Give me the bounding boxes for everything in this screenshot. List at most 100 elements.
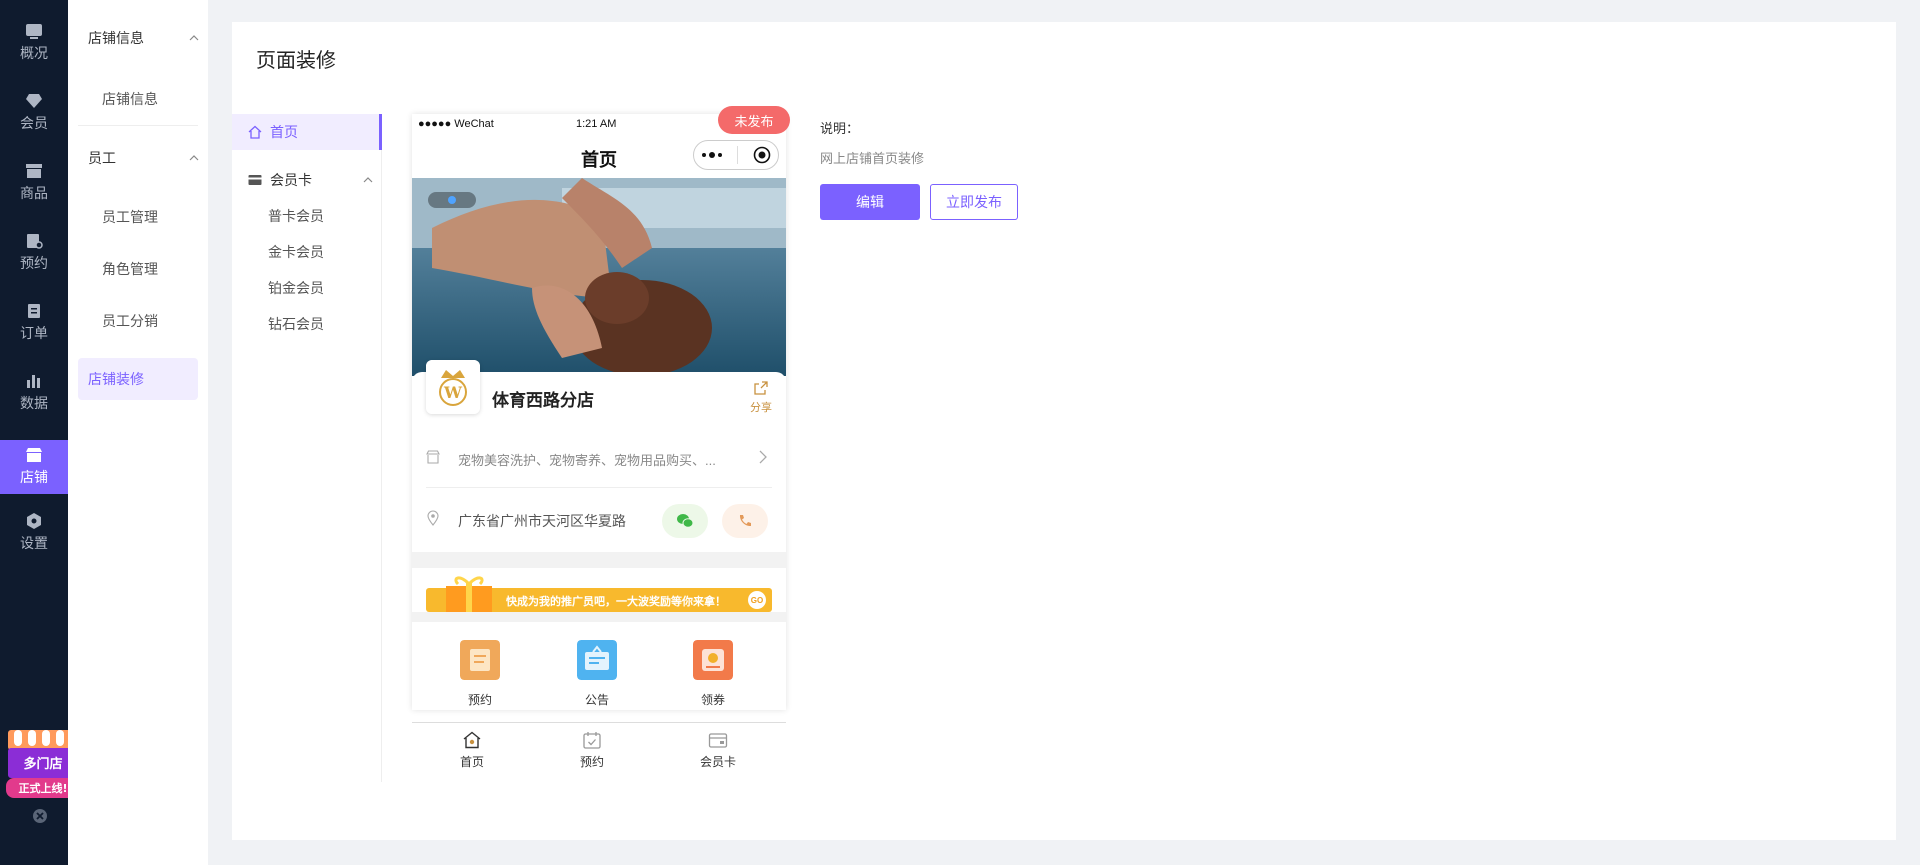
address-row: 广东省广州市天河区华夏路 [412,496,786,544]
referral-promo-strip: 快成为我的推广员吧，一大波奖励等你来拿！ GO [426,576,772,612]
location-pin-icon [427,510,439,526]
rail-item-overview[interactable]: 概况 [0,16,68,70]
publish-now-button[interactable]: 立即发布 [930,184,1018,220]
rail-item-label: 订单 [20,325,48,341]
card-icon [248,175,262,185]
rail-item-label: 预约 [20,255,48,271]
rail-item-label: 商品 [20,185,48,201]
tree-item-platinum-member[interactable]: 铂金会员 [268,278,324,298]
rail-item-booking[interactable]: 预约 [0,226,68,280]
wechat-icon [677,514,694,528]
phone-tab-bar: 首页 预约 会员卡 [412,722,786,782]
store-banner-image [412,178,786,376]
rail-item-orders[interactable]: 订单 [0,296,68,350]
referral-promo-band[interactable]: 快成为我的推广员吧，一大波奖励等你来拿！ GO [412,568,786,612]
quick-link-label: 预约 [467,693,492,707]
quick-link-label: 公告 [584,693,609,707]
product-icon [26,164,42,178]
rail-item-members[interactable]: 会员 [0,86,68,140]
dashboard-icon [26,24,42,39]
store-logo: W [426,360,480,414]
tab-member-card[interactable]: 会员卡 [688,731,748,770]
gift-box-icon [446,576,492,612]
quick-link-notice[interactable]: 公告 [567,640,627,708]
rail-item-label: 会员 [20,115,48,131]
phone-icon [739,515,751,527]
quick-link-booking[interactable]: 预约 [450,640,510,708]
phone-preview: ●●●●● WeChat 1:21 AM 首页 W 体育西路分店 分享 宠物美容… [412,114,786,710]
booking-scroll-icon [460,640,500,680]
tab-label: 预约 [579,755,604,769]
promo-line1: 多门店 [23,756,62,772]
rail-item-label: 数据 [20,395,48,411]
description-label: 说明： [820,121,860,136]
booking-icon [27,234,43,249]
wallet-card-icon [708,733,728,748]
store-icon [26,448,42,462]
subnav-divider [78,125,198,126]
main-rail: 概况 会员 商品 预约 订单 数据 店铺 设置 多门店 正式上线! [0,0,80,865]
tree-group-member-card[interactable]: 会员卡 [248,170,374,190]
tree-item-gold-member[interactable]: 金卡会员 [268,242,324,262]
store-name: 体育西路分店 [492,391,594,410]
rail-item-store[interactable]: 店铺 [0,440,68,494]
referral-promo-text: 快成为我的推广员吧，一大波奖励等你来拿！ [506,596,726,608]
miniprogram-capsule [693,140,779,170]
tree-item-regular-member[interactable]: 普卡会员 [268,206,324,226]
calendar-check-icon [583,732,601,749]
home-tab-icon [463,731,481,749]
rail-item-label: 设置 [20,535,48,551]
rail-item-label: 概况 [20,45,48,61]
subnav-item-store-decoration[interactable]: 店铺装修 [78,358,198,400]
share-label: 分享 [750,402,772,414]
subnav-item-role-management[interactable]: 角色管理 [102,259,158,279]
home-icon [248,125,262,139]
miniprogram-close-icon[interactable] [753,146,771,164]
store-address: 广东省广州市天河区华夏路 [458,513,626,529]
services-row[interactable]: 宠物美容洗护、宠物寄养、宠物用品购买、... [412,440,786,484]
tab-home[interactable]: 首页 [442,731,502,770]
share-button[interactable]: 分享 [746,380,776,415]
share-icon [754,381,768,395]
shop-icon [426,450,440,464]
subnav-group-label: 店铺信息 [88,30,144,46]
subnav-item-staff-management[interactable]: 员工管理 [102,207,158,227]
more-dots-icon[interactable] [701,151,723,159]
promo-line2: 正式上线! [18,781,67,795]
subnav-item-staff-distribution[interactable]: 员工分销 [102,311,158,331]
coupon-icon [693,640,733,680]
notice-board-icon [577,640,617,680]
subnav-group-label: 员工 [88,150,116,166]
quick-link-coupon[interactable]: 领券 [683,640,743,708]
status-carrier: ●●●●● WeChat [418,118,494,130]
main-panel: 页面装修 首页 会员卡 普卡会员 金卡会员 铂金会员 钻石会员 ●●●●● We… [232,22,1896,840]
status-badge: 未发布 [718,106,790,134]
row-divider [426,487,772,488]
status-time: 1:21 AM [576,118,617,130]
diamond-icon [26,94,42,108]
tab-label: 会员卡 [699,755,736,769]
rail-item-products[interactable]: 商品 [0,156,68,210]
tree-item-label: 首页 [270,124,298,140]
subnav-group-store-info[interactable]: 店铺信息 [88,28,200,48]
phone-call-button[interactable] [722,504,768,538]
subnav-item-store-info[interactable]: 店铺信息 [102,89,158,109]
chevron-up-icon [189,155,199,161]
tree-item-diamond-member[interactable]: 钻石会员 [268,314,324,334]
rail-item-label: 店铺 [20,469,48,485]
rail-item-data[interactable]: 数据 [0,366,68,420]
tree-item-home[interactable]: 首页 [232,114,382,150]
subnav-group-staff[interactable]: 员工 [88,148,200,168]
tab-label: 首页 [459,755,484,769]
rail-item-settings[interactable]: 设置 [0,506,68,560]
data-chart-icon [27,375,40,388]
quick-link-label: 领券 [700,693,725,707]
chevron-up-icon [363,177,373,183]
wechat-contact-button[interactable] [662,504,708,538]
page-title: 页面装修 [256,50,336,72]
secondary-sidebar: 店铺信息 店铺信息 员工 员工管理 角色管理 员工分销 店铺装修 [68,0,208,865]
edit-button[interactable]: 编辑 [820,184,920,220]
settings-icon [27,513,41,529]
tab-booking[interactable]: 预约 [562,731,622,770]
close-icon[interactable] [32,808,48,824]
